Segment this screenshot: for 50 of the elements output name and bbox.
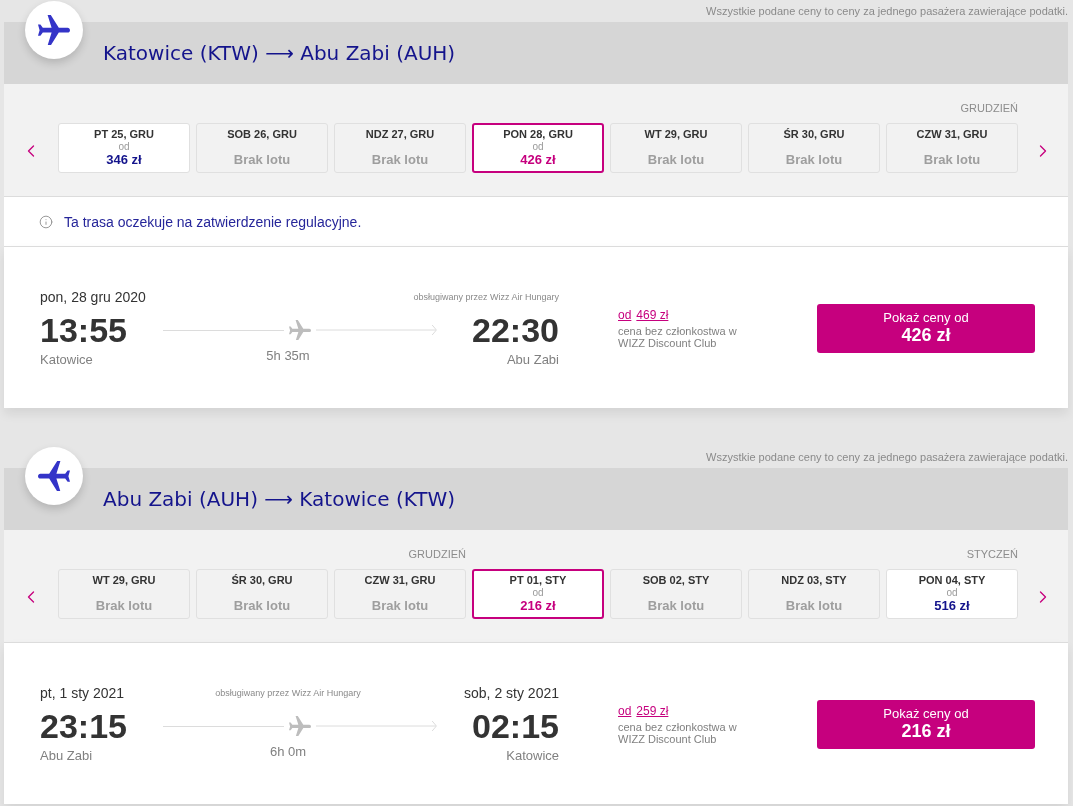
date-card[interactable]: WT 29, GRU Brak lotu (610, 123, 742, 173)
date-card[interactable]: PT 25, GRU od 346 zł (58, 123, 190, 173)
plane-icon (289, 319, 311, 341)
show-prices-button[interactable]: Pokaż ceny od 426 zł (817, 303, 1035, 353)
operator-text: obsługiwany przez Wizz Air Hungary (413, 292, 559, 302)
club-price-note: cena bez członkostwa w WIZZ Discount Club (618, 720, 738, 745)
date-card[interactable]: ŚR 30, GRU Brak lotu (748, 123, 880, 173)
arrival-city: Abu Zabi (506, 352, 559, 368)
date-card[interactable]: CZW 31, GRU Brak lotu (886, 123, 1018, 173)
month-label: STYCZEŃ (966, 548, 1018, 560)
departure-date: pon, 28 gru 2020 (40, 289, 146, 305)
departure-time: 13:55 (40, 311, 127, 349)
departure-date: pt, 1 sty 2021 (40, 685, 125, 701)
plane-icon (25, 447, 83, 505)
date-card[interactable]: SOB 26, GRU Brak lotu (196, 123, 328, 173)
arrival-time: 02:15 (472, 707, 559, 745)
month-label: GRUDZIEŃ (960, 102, 1018, 114)
price-link[interactable]: 469 zł (636, 307, 669, 322)
date-card[interactable]: WT 29, GRU Brak lotu (58, 569, 190, 619)
date-card[interactable]: PON 04, STY od 516 zł (886, 569, 1018, 619)
arrival-date: sob, 2 sty 2021 (464, 685, 559, 701)
show-prices-button[interactable]: Pokaż ceny od 216 zł (817, 699, 1035, 749)
date-card[interactable]: PON 28, GRU od 426 zł (472, 123, 604, 173)
from-link[interactable]: od (618, 307, 632, 322)
month-label: GRUDZIEŃ (408, 548, 466, 560)
departure-city: Katowice (40, 352, 93, 368)
date-card[interactable]: SOB 02, STY Brak lotu (610, 569, 742, 619)
route-title: Abu Zabi (AUH) ⟶ Katowice (KTW) (103, 487, 456, 511)
price-note: Wszystkie podane ceny to ceny za jednego pasażera zawierające podatki. (706, 451, 1068, 463)
price-link[interactable]: 259 zł (636, 703, 669, 718)
date-card[interactable]: ŚR 30, GRU Brak lotu (196, 569, 328, 619)
price-note: Wszystkie podane ceny to ceny za jednego pasażera zawierające podatki. (706, 5, 1068, 17)
club-price-note: cena bez członkostwa w WIZZ Discount Club (618, 324, 738, 349)
operator-text: obsługiwany przez Wizz Air Hungary (215, 688, 361, 698)
flight-duration: 5h 35m (266, 348, 310, 364)
plane-icon (25, 1, 83, 59)
date-card[interactable]: CZW 31, GRU Brak lotu (334, 569, 466, 619)
date-card[interactable]: NDZ 27, GRU Brak lotu (334, 123, 466, 173)
info-icon (39, 214, 53, 229)
departure-city: Abu Zabi (40, 748, 93, 764)
arrival-city: Katowice (506, 748, 559, 764)
arrival-time: 22:30 (472, 311, 559, 349)
notice-text: Ta trasa oczekuje na zatwierdzenie regulacyjne. (64, 213, 362, 230)
date-card[interactable]: PT 01, STY od 216 zł (472, 569, 604, 619)
from-link[interactable]: od (618, 703, 632, 718)
flight-duration: 6h 0m (269, 744, 307, 760)
departure-time: 23:15 (40, 707, 127, 745)
date-card[interactable]: NDZ 03, STY Brak lotu (748, 569, 880, 619)
route-title: Katowice (KTW) ⟶ Abu Zabi (AUH) (103, 41, 456, 65)
plane-icon (289, 715, 311, 737)
